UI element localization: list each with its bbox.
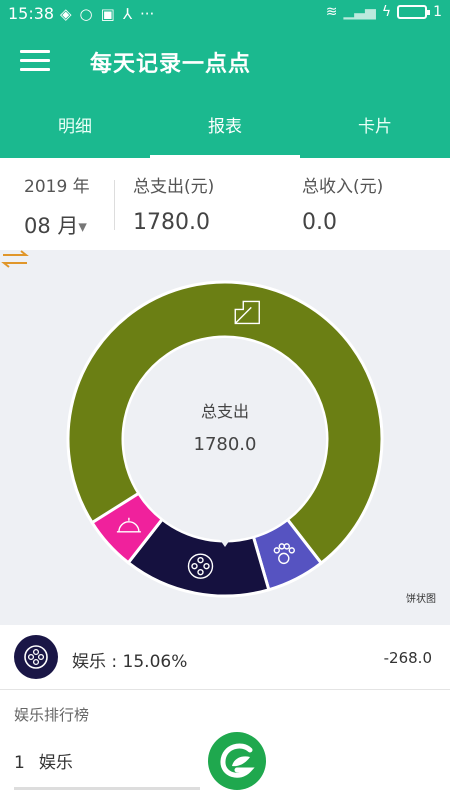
category-percentage: 娱乐 : 15.06% [72,652,188,672]
sync-icon: ◈ [60,5,72,23]
wifi-icon: ≋ [325,4,338,20]
chart-center-value: 1780.0 [193,434,257,455]
year-label: 2019 年 [24,177,90,197]
tab-cards[interactable]: 卡片 [300,96,450,158]
expense-value: 1780.0 [133,210,210,235]
system-icons: ≋ ▁▃▅ ϟ 1 [326,4,442,20]
app-title: 每天记录一点点 [90,52,252,77]
category-detail-row[interactable]: 娱乐 : 15.06% -268.0 [0,625,450,690]
app-bar: 每天记录一点点 [0,28,450,96]
film-reel-icon [14,635,58,679]
month-value: 08 月 [24,214,79,238]
tab-details[interactable]: 明细 [0,96,150,158]
income-label: 总收入(元) [302,177,384,197]
divider [114,180,115,230]
circle-icon: ○ [79,5,93,23]
tab-bar: 明细 报表 卡片 [0,96,450,158]
app-logo [208,732,266,790]
notification-icons: ◈ ○ ▣ ⅄ ··· [60,5,154,23]
ranking-index: 1 [14,753,25,773]
expense-label: 总支出(元) [133,177,215,197]
more-icon: ··· [140,5,155,23]
swap-icon[interactable] [0,250,30,268]
ranking-bar [14,787,200,790]
signal-icon: ▁▃▅ [343,4,376,20]
category-amount: -268.0 [383,649,432,667]
ranking-title: 娱乐排行榜 [14,706,90,724]
chart-type-toggle[interactable]: 饼状图 [406,590,436,605]
charging-icon: ϟ [381,4,392,20]
status-bar: 15:38 ◈ ○ ▣ ⅄ ··· ≋ ▁▃▅ ϟ 1 [0,0,450,28]
battery-icon [397,5,431,19]
dropdown-icon: ▼ [78,220,87,234]
income-value: 0.0 [302,210,337,235]
chart-area: 总支出 1780.0 饼状图 [0,250,450,625]
chart-center-title: 总支出 [200,402,249,421]
share-icon: ⅄ [122,5,132,23]
ranking-name: 娱乐 [38,753,73,773]
ranking-item[interactable]: 1 娱乐 [14,748,73,773]
battery-level: 1 [433,4,442,20]
menu-icon[interactable] [20,50,50,74]
summary-panel: 2019 年 08 月▼ 总支出(元) 1780.0 总收入(元) 0.0 [0,158,450,250]
image-icon: ▣ [100,5,115,23]
clock: 15:38 [8,4,55,23]
tab-reports[interactable]: 报表 [150,96,300,158]
month-selector[interactable]: 08 月▼ [24,210,87,240]
